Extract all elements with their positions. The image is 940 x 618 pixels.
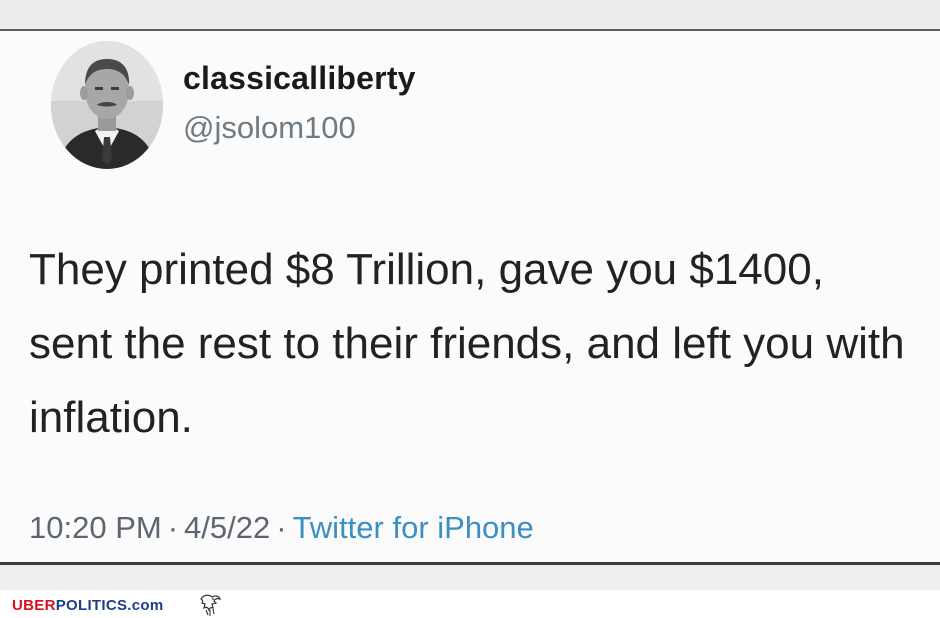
eagle-icon bbox=[200, 594, 221, 616]
tweet-text: They printed $8 Trillion, gave you $1400… bbox=[29, 245, 905, 442]
meta-separator: · bbox=[276, 510, 287, 545]
bottom-band bbox=[0, 565, 940, 590]
logo-part-uber: UBER bbox=[12, 597, 56, 614]
user-handle[interactable]: @jsolom100 bbox=[183, 110, 356, 146]
tweet-meta: 10:20 PM · 4/5/22 · Twitter for iPhone bbox=[29, 510, 534, 546]
avatar-photo-icon bbox=[51, 41, 163, 169]
tweet-source-link[interactable]: Twitter for iPhone bbox=[293, 510, 534, 545]
logo-part-politics: POLITICS bbox=[55, 597, 128, 614]
avatar[interactable] bbox=[51, 41, 163, 169]
tweet-time[interactable]: 10:20 PM bbox=[29, 510, 162, 545]
logo-part-domain: .com bbox=[127, 597, 164, 614]
site-logo[interactable]: UBERPOLITICS.com bbox=[12, 597, 164, 614]
tweet-date[interactable]: 4/5/22 bbox=[184, 510, 270, 545]
meta-separator: · bbox=[167, 510, 179, 545]
display-name[interactable]: classicalliberty bbox=[183, 60, 416, 97]
top-band bbox=[0, 0, 940, 29]
